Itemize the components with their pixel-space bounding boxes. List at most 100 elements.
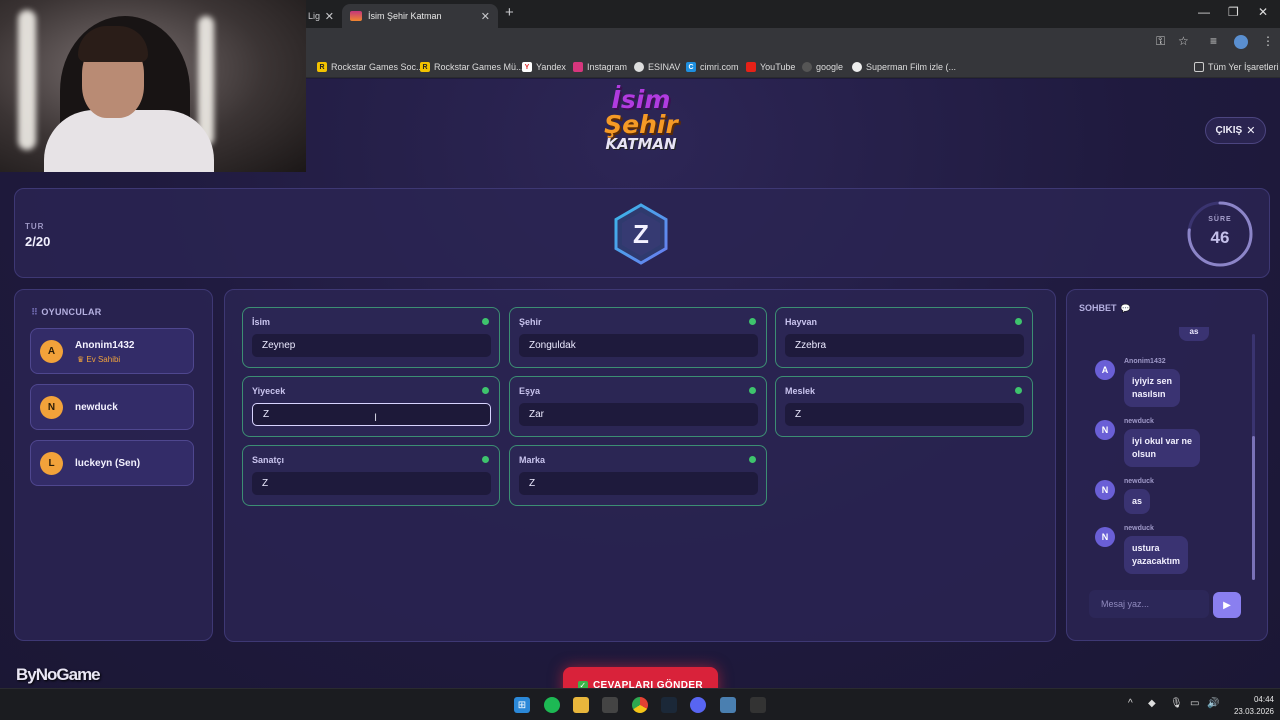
chat-username: newduck bbox=[1124, 525, 1154, 532]
checkmark-icon: ✓ bbox=[577, 680, 588, 688]
watermark: ByNoGame bbox=[16, 665, 101, 684]
chat-title: SOHBET 💬 bbox=[1079, 303, 1131, 313]
exit-label: ÇIKIŞ bbox=[1215, 125, 1243, 136]
chat-bubble: iyi okul var ne olsun bbox=[1124, 429, 1201, 468]
answer-input[interactable] bbox=[519, 472, 758, 495]
menu-icon[interactable]: ⋮ bbox=[1262, 34, 1274, 48]
bookmark-item[interactable]: R Rockstar Games Mü... bbox=[420, 60, 524, 74]
chat-message-partial: as bbox=[1179, 327, 1209, 341]
bookmark-item[interactable]: Instagram bbox=[573, 60, 627, 74]
status-dot bbox=[482, 387, 489, 394]
round-label: TUR bbox=[25, 222, 45, 231]
answer-input[interactable] bbox=[252, 472, 491, 495]
status-dot bbox=[749, 318, 756, 325]
restore-icon[interactable]: ❐ bbox=[1228, 5, 1239, 19]
field-label: İsim bbox=[252, 317, 271, 327]
folder-icon bbox=[1194, 62, 1204, 72]
chat-message-input[interactable] bbox=[1089, 590, 1209, 618]
browser-tab-partial[interactable]: Lig ✕ bbox=[300, 4, 342, 28]
bookmark-item[interactable]: Superman Film izle (... bbox=[852, 60, 956, 74]
field-label: Meslek bbox=[785, 386, 816, 396]
windows-start-icon[interactable]: ⊞ bbox=[514, 697, 530, 713]
bookmark-item[interactable]: R Rockstar Games Soc... bbox=[317, 60, 424, 74]
answers-panel: İsim Şehir Hayvan Yiyecek I Eşya Meslek bbox=[224, 289, 1056, 688]
file-explorer-icon[interactable] bbox=[573, 697, 589, 713]
answer-field-hayvan: Hayvan bbox=[775, 307, 1033, 368]
bookmark-item[interactable]: Ccimri.com bbox=[686, 60, 739, 74]
spotify-icon[interactable] bbox=[544, 697, 560, 713]
answer-field-isim: İsim bbox=[242, 307, 500, 368]
webcam-person-body bbox=[44, 110, 214, 172]
timer-label: SÜRE bbox=[1208, 216, 1232, 223]
chat-scroll-thumb[interactable] bbox=[1252, 436, 1255, 580]
avatar: N bbox=[1095, 480, 1115, 500]
yandex-icon: Y bbox=[522, 62, 532, 72]
steam-tray-icon[interactable]: ◆ bbox=[1148, 698, 1156, 709]
cimri-icon: C bbox=[686, 62, 696, 72]
film-icon bbox=[852, 62, 862, 72]
close-icon[interactable]: ✕ bbox=[325, 10, 334, 23]
system-clock[interactable]: 04:44 23.03.2026 bbox=[1222, 694, 1274, 717]
all-bookmarks[interactable]: Tüm Yer İşaretleri bbox=[1194, 60, 1279, 74]
answer-input[interactable] bbox=[785, 403, 1024, 426]
answer-input[interactable] bbox=[519, 334, 758, 357]
answer-field-yiyecek: Yiyecek I bbox=[242, 376, 500, 437]
rockstar-icon: R bbox=[420, 62, 430, 72]
volume-icon[interactable]: 🔊 bbox=[1207, 698, 1219, 709]
microphone-icon[interactable]: 🎙 bbox=[1170, 698, 1183, 709]
media-icon[interactable]: ≡ bbox=[1210, 34, 1217, 48]
globe-icon bbox=[634, 62, 644, 72]
answer-field-sanatci: Sanatçı bbox=[242, 445, 500, 506]
browser-tab-active[interactable]: İsim Şehir Katman ✕ bbox=[342, 4, 498, 28]
steam-icon[interactable] bbox=[661, 697, 677, 713]
app-icon[interactable] bbox=[720, 697, 736, 713]
chat-panel: SOHBET 💬 as A Anonim1432 iyiyiz sen nasıl… bbox=[1066, 289, 1268, 641]
close-icon: ✕ bbox=[1246, 125, 1256, 137]
player-card[interactable]: A Anonim1432 ♛ Ev Sahibi bbox=[30, 328, 194, 374]
answer-input[interactable] bbox=[252, 403, 491, 426]
profile-avatar[interactable] bbox=[1234, 35, 1248, 49]
bookmark-item[interactable]: ESINAV bbox=[634, 60, 680, 74]
avatar: N bbox=[1095, 420, 1115, 440]
minimize-icon[interactable]: — bbox=[1198, 5, 1210, 19]
submit-answers-button[interactable]: ✓ CEVAPLARI GÖNDER bbox=[563, 667, 718, 688]
close-icon[interactable]: ✕ bbox=[481, 10, 490, 23]
webcam-overlay bbox=[0, 0, 306, 172]
send-button[interactable]: ▶ bbox=[1213, 592, 1241, 618]
bookmark-item[interactable]: YouTube bbox=[746, 60, 795, 74]
answer-field-esya: Eşya bbox=[509, 376, 767, 437]
password-key-icon[interactable]: ⚿ bbox=[1156, 34, 1165, 49]
logo-line: İsim bbox=[611, 85, 671, 114]
answer-input[interactable] bbox=[785, 334, 1024, 357]
new-tab-icon[interactable]: + bbox=[505, 4, 514, 21]
bookmark-item[interactable]: google bbox=[802, 60, 843, 74]
webcam-light bbox=[18, 10, 36, 150]
chat-username: Anonim1432 bbox=[1124, 358, 1166, 365]
google-icon bbox=[802, 62, 812, 72]
field-label: Marka bbox=[519, 455, 546, 465]
favicon-icon bbox=[350, 11, 362, 21]
player-card[interactable]: L luckeyn (Sen) bbox=[30, 440, 194, 486]
discord-icon[interactable] bbox=[690, 697, 706, 713]
network-icon[interactable]: ▭ bbox=[1190, 698, 1199, 709]
bookmark-item[interactable]: Y Yandex bbox=[522, 60, 566, 74]
window-close-icon[interactable]: ✕ bbox=[1258, 5, 1268, 19]
browser-tab-partial-label: Lig bbox=[308, 11, 321, 21]
players-icon: ⠿ bbox=[31, 307, 39, 317]
status-dot bbox=[1015, 387, 1022, 394]
status-dot bbox=[749, 456, 756, 463]
app-icon[interactable] bbox=[750, 697, 766, 713]
answer-field-sehir: Şehir bbox=[509, 307, 767, 368]
chat-bubble: as bbox=[1124, 489, 1151, 515]
status-dot bbox=[1015, 318, 1022, 325]
chrome-icon[interactable] bbox=[632, 697, 648, 713]
tray-chevron-icon[interactable]: ^ bbox=[1128, 698, 1133, 709]
answer-input[interactable] bbox=[519, 403, 758, 426]
bookmark-star-icon[interactable]: ☆ bbox=[1178, 34, 1189, 48]
player-card[interactable]: N newduck bbox=[30, 384, 194, 430]
exit-button[interactable]: ÇIKIŞ ✕ bbox=[1205, 117, 1266, 144]
answer-input[interactable] bbox=[252, 334, 491, 357]
youtube-icon bbox=[746, 62, 756, 72]
logo-line: Şehir bbox=[604, 110, 678, 139]
store-icon[interactable] bbox=[602, 697, 618, 713]
